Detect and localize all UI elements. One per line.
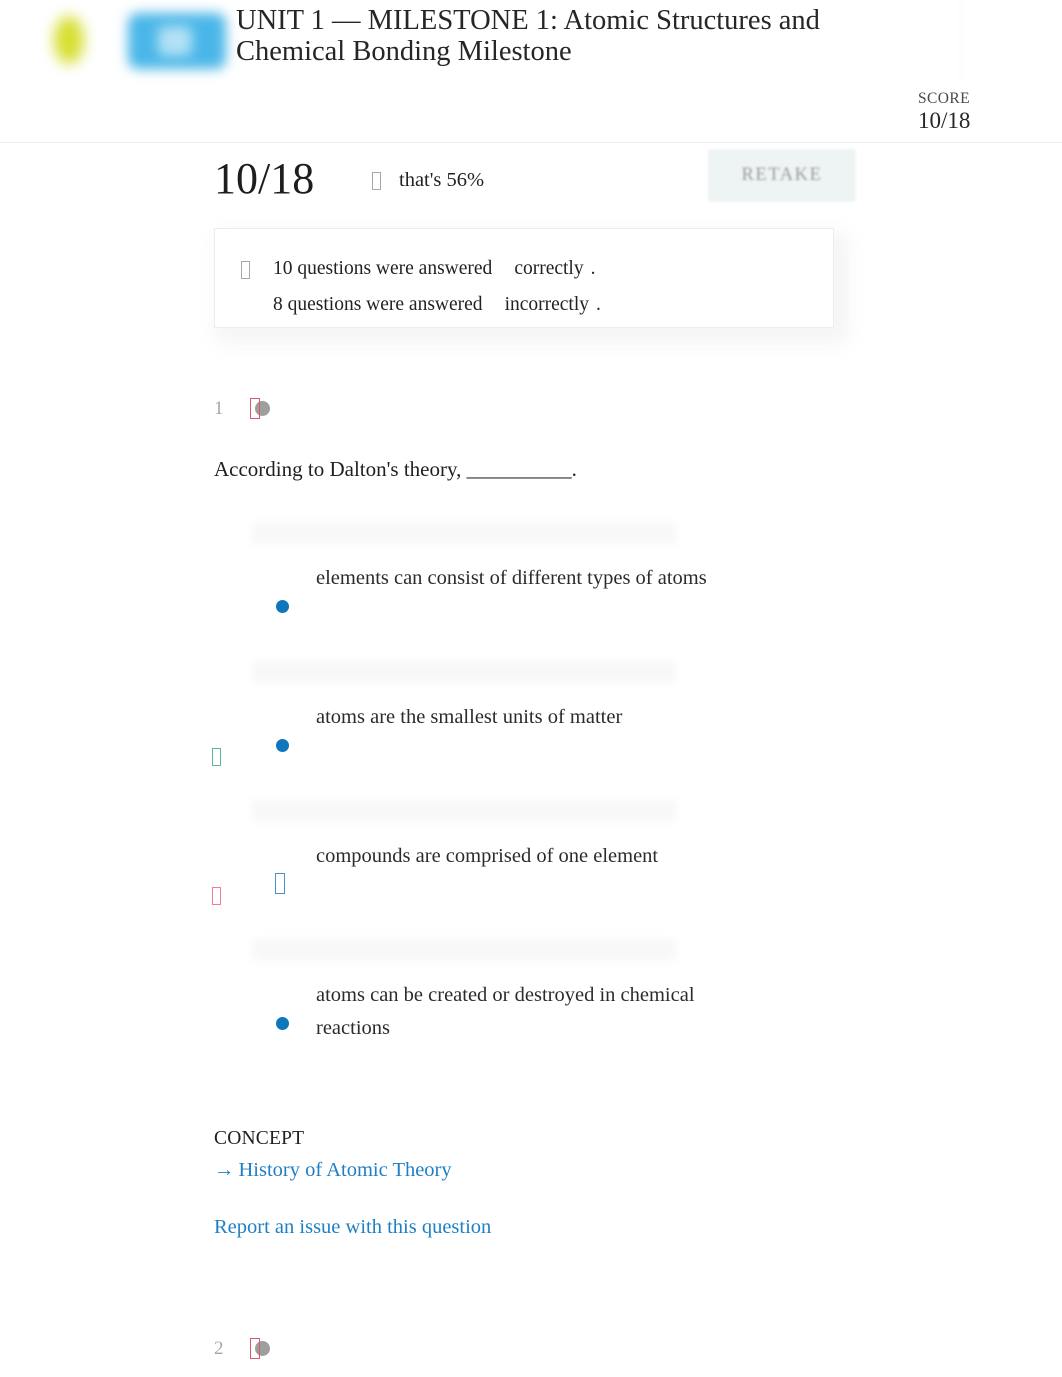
question-2-header: 2 — [214, 1338, 272, 1360]
result-percent-text: that's 56% — [399, 169, 485, 191]
result-score: 10/18 — [214, 154, 315, 203]
answer-option[interactable]: atoms are the smallest units of matter — [0, 661, 1062, 800]
option-selected-radio-icon — [275, 873, 285, 894]
option-card-edge — [252, 939, 676, 961]
question-number: 2 — [214, 1338, 224, 1359]
answer-summary-box: 10 questions were answered correctly . 8… — [214, 228, 834, 328]
incorrect-middle-text: questions were answered — [287, 294, 483, 315]
summary-line-correct: 10 questions were answered correctly . — [241, 251, 833, 287]
option-card-edge — [252, 800, 676, 822]
incorrect-verdict: incorrectly — [504, 294, 590, 315]
answer-option[interactable]: compounds are comprised of one element — [0, 800, 1062, 939]
percent-badge-icon — [372, 171, 381, 190]
incorrect-answer-x-icon — [212, 887, 221, 906]
question-text: According to Dalton's theory, __________… — [214, 457, 577, 481]
concept-link[interactable]: → History of Atomic Theory — [214, 1159, 452, 1182]
option-label: elements can consist of different types … — [316, 567, 707, 589]
correct-answer-check-icon — [212, 748, 221, 767]
answer-option[interactable]: elements can consist of different types … — [0, 522, 1062, 661]
answer-option[interactable]: atoms can be created or destroyed in che… — [0, 939, 1062, 1078]
question-incorrect-mark-icon — [249, 1338, 272, 1360]
score-value: 10/18 — [918, 108, 971, 133]
option-label: compounds are comprised of one element — [316, 845, 659, 867]
option-bullet-icon — [276, 600, 289, 613]
option-card-edge — [252, 522, 676, 544]
page-title: UNIT 1 — MILESTONE 1: Atomic Structures … — [236, 5, 820, 67]
summary-info-icon — [241, 260, 250, 279]
retake-button[interactable]: RETAKE — [708, 149, 856, 202]
correct-count: 10 — [273, 258, 293, 279]
concept-link-label: History of Atomic Theory — [238, 1159, 452, 1181]
question-incorrect-mark-icon — [249, 398, 272, 420]
site-logo[interactable] — [40, 6, 230, 78]
correct-period: . — [590, 258, 596, 279]
summary-line-incorrect: 8 questions were answered incorrectly . — [241, 287, 833, 323]
option-bullet-icon — [276, 739, 289, 752]
report-issue-link[interactable]: Report an issue with this question — [214, 1216, 491, 1239]
result-percent-group: that's 56% — [372, 169, 484, 192]
header-vertical-divider — [960, 0, 963, 78]
score-label: SCORE — [918, 90, 970, 107]
answer-options-list: elements can consist of different types … — [0, 522, 1062, 1078]
correct-middle-text: questions were answered — [297, 258, 493, 279]
question-number: 1 — [214, 398, 224, 419]
option-label: atoms are the smallest units of matter — [316, 706, 623, 728]
page-header: UNIT 1 — MILESTONE 1: Atomic Structures … — [0, 0, 1062, 143]
question-1-header: 1 — [214, 398, 272, 420]
logo-tile-glyph-icon — [158, 26, 192, 56]
incorrect-count: 8 — [273, 294, 283, 315]
option-bullet-icon — [276, 1017, 289, 1030]
logo-leaf-icon — [54, 16, 84, 64]
score-block: SCORE 10/18 — [918, 90, 1038, 134]
arrow-right-icon: → — [214, 1159, 235, 1181]
option-card-edge — [252, 661, 676, 683]
option-label: atoms can be created or destroyed in che… — [316, 984, 695, 1039]
concept-label: CONCEPT — [214, 1128, 305, 1149]
correct-verdict: correctly — [514, 258, 584, 279]
result-summary-row: 10/18 that's 56% RETAKE — [0, 143, 1062, 233]
incorrect-period: . — [596, 294, 601, 315]
